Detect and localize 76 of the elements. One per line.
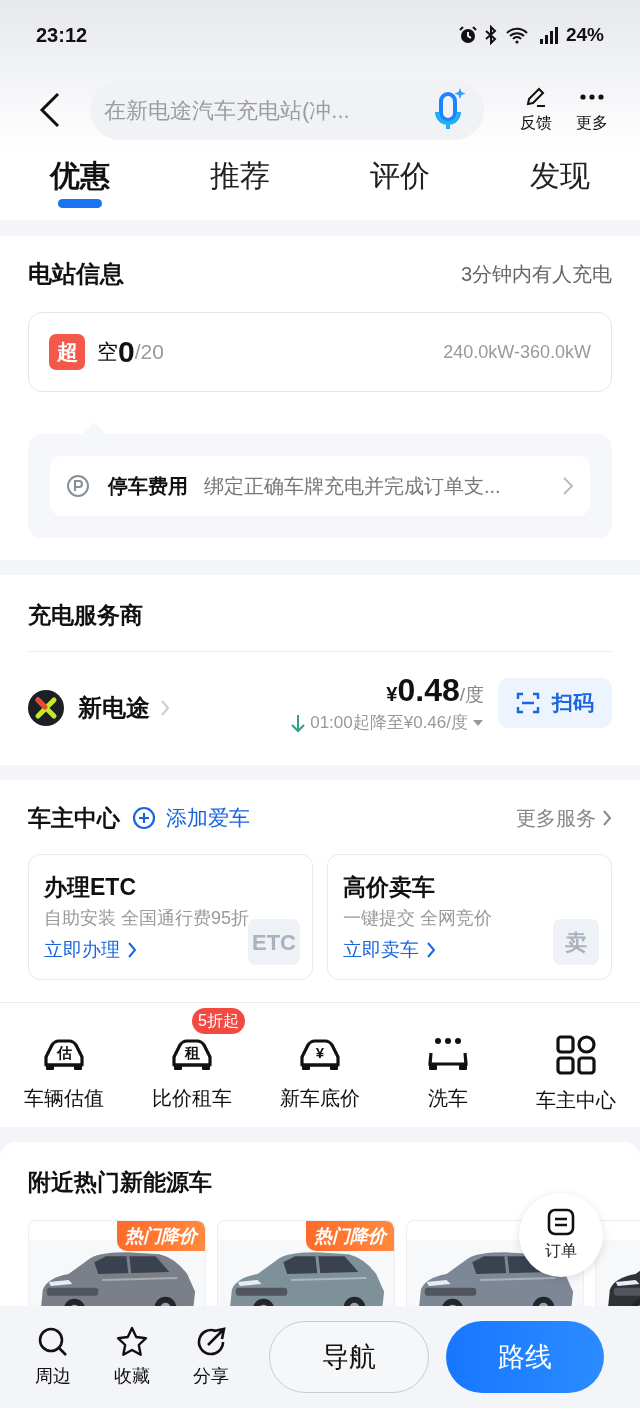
order-icon: [546, 1207, 576, 1237]
more-services-link[interactable]: 更多服务: [516, 803, 612, 833]
card-subtitle: 一键提交 全网竞价: [343, 907, 493, 930]
wifi-icon: [503, 25, 530, 45]
free-label: 空: [97, 339, 118, 366]
provider-logo: [28, 690, 64, 726]
chevron-right-icon: [602, 809, 612, 827]
service-card[interactable]: 卖 高价卖车 一键提交 全网竞价 立即卖车: [327, 854, 612, 980]
price-drop-tag: 热门降价: [117, 1221, 205, 1251]
car-wash-icon: [426, 1035, 470, 1073]
service-shortcut[interactable]: 洗车: [426, 1035, 470, 1127]
chevron-right-icon: [160, 699, 170, 717]
free-count: 0: [118, 337, 135, 367]
bluetooth-icon: [483, 25, 498, 45]
section-title: 电站信息: [28, 259, 124, 289]
tab[interactable]: 优惠: [50, 154, 110, 212]
caret-down-icon: [472, 718, 484, 727]
alarm-icon: [457, 25, 478, 45]
tab-indicator: [58, 199, 102, 208]
service-shortcut[interactable]: ¥ 新车底价: [280, 1035, 360, 1127]
card-link[interactable]: 立即办理: [44, 936, 137, 965]
star-icon: [115, 1324, 149, 1359]
section-title: 充电服务商: [28, 601, 144, 630]
total-count: /20: [134, 339, 164, 366]
card-emblem: ETC: [248, 919, 300, 965]
card-subtitle: 自助安装 全国通行费95折: [44, 907, 251, 930]
card-link[interactable]: 立即卖车: [343, 936, 436, 965]
discount-note: 01:00起降至¥0.46/度: [310, 712, 468, 734]
tab[interactable]: 发现: [530, 154, 590, 212]
scan-icon: [516, 691, 540, 715]
scan-button[interactable]: 扫码: [498, 678, 612, 728]
battery-level: 24%: [565, 22, 604, 47]
grid-icon: [554, 1035, 598, 1075]
parking-description: 绑定正确车牌充电并完成订单支...: [204, 474, 501, 499]
tab[interactable]: 推荐: [210, 154, 270, 212]
provider-link[interactable]: 新电途: [78, 690, 170, 726]
chevron-right-icon: [427, 942, 436, 959]
more-button[interactable]: 更多: [566, 85, 618, 135]
card-emblem: 卖: [553, 919, 599, 965]
service-shortcut[interactable]: 估 车辆估值: [24, 1035, 104, 1127]
card-title: 高价卖车: [343, 873, 436, 902]
price: 0.48: [397, 671, 460, 710]
super-charge-badge: 超: [49, 334, 85, 370]
microphone-icon: [432, 88, 466, 132]
navigate-button[interactable]: 导航: [269, 1321, 429, 1393]
more-icon: [580, 94, 604, 100]
card-title: 办理ETC: [44, 873, 137, 902]
search-input[interactable]: 在新电途汽车充电站(冲...: [104, 93, 432, 127]
charger-card[interactable]: 超 空0/20 240.0kW-360.0kW: [28, 312, 612, 392]
section-title: 车主中心: [28, 803, 120, 833]
feedback-button[interactable]: 反馈: [510, 85, 562, 135]
bottom-action[interactable]: 分享: [182, 1324, 240, 1390]
bottom-action[interactable]: 收藏: [103, 1324, 161, 1390]
chevron-right-icon: [562, 476, 574, 496]
bottom-action[interactable]: 周边: [24, 1324, 82, 1390]
service-card[interactable]: ETC 办理ETC 自助安装 全国通行费95折 立即办理: [28, 854, 313, 980]
price-unit: /度: [459, 684, 484, 707]
plus-circle-icon: [132, 806, 156, 830]
discount-badge: 5折起: [192, 1008, 245, 1034]
route-button[interactable]: 路线: [446, 1321, 604, 1393]
back-icon: [38, 91, 62, 129]
service-shortcut[interactable]: 车主中心: [536, 1035, 616, 1127]
parking-icon: [66, 474, 90, 498]
parking-label: 停车费用: [108, 474, 188, 499]
arrow-down-icon: [290, 712, 307, 733]
status-time: 23:12: [36, 23, 88, 48]
add-car-link[interactable]: 添加爱车: [132, 802, 250, 834]
chevron-right-icon: [128, 942, 137, 959]
parking-fee-row[interactable]: 停车费用 绑定正确车牌充电并完成订单支...: [50, 456, 590, 516]
power-range: 240.0kW-360.0kW: [443, 340, 591, 364]
service-shortcut[interactable]: 租 比价租车: [152, 1035, 232, 1127]
price-drop-tag: 热门降价: [306, 1221, 394, 1251]
section-title: 附近热门新能源车: [28, 1168, 213, 1197]
charging-note: 3分钟内有人充电: [460, 262, 612, 287]
tab[interactable]: 评价: [370, 154, 430, 212]
currency-symbol: ¥: [386, 683, 398, 707]
